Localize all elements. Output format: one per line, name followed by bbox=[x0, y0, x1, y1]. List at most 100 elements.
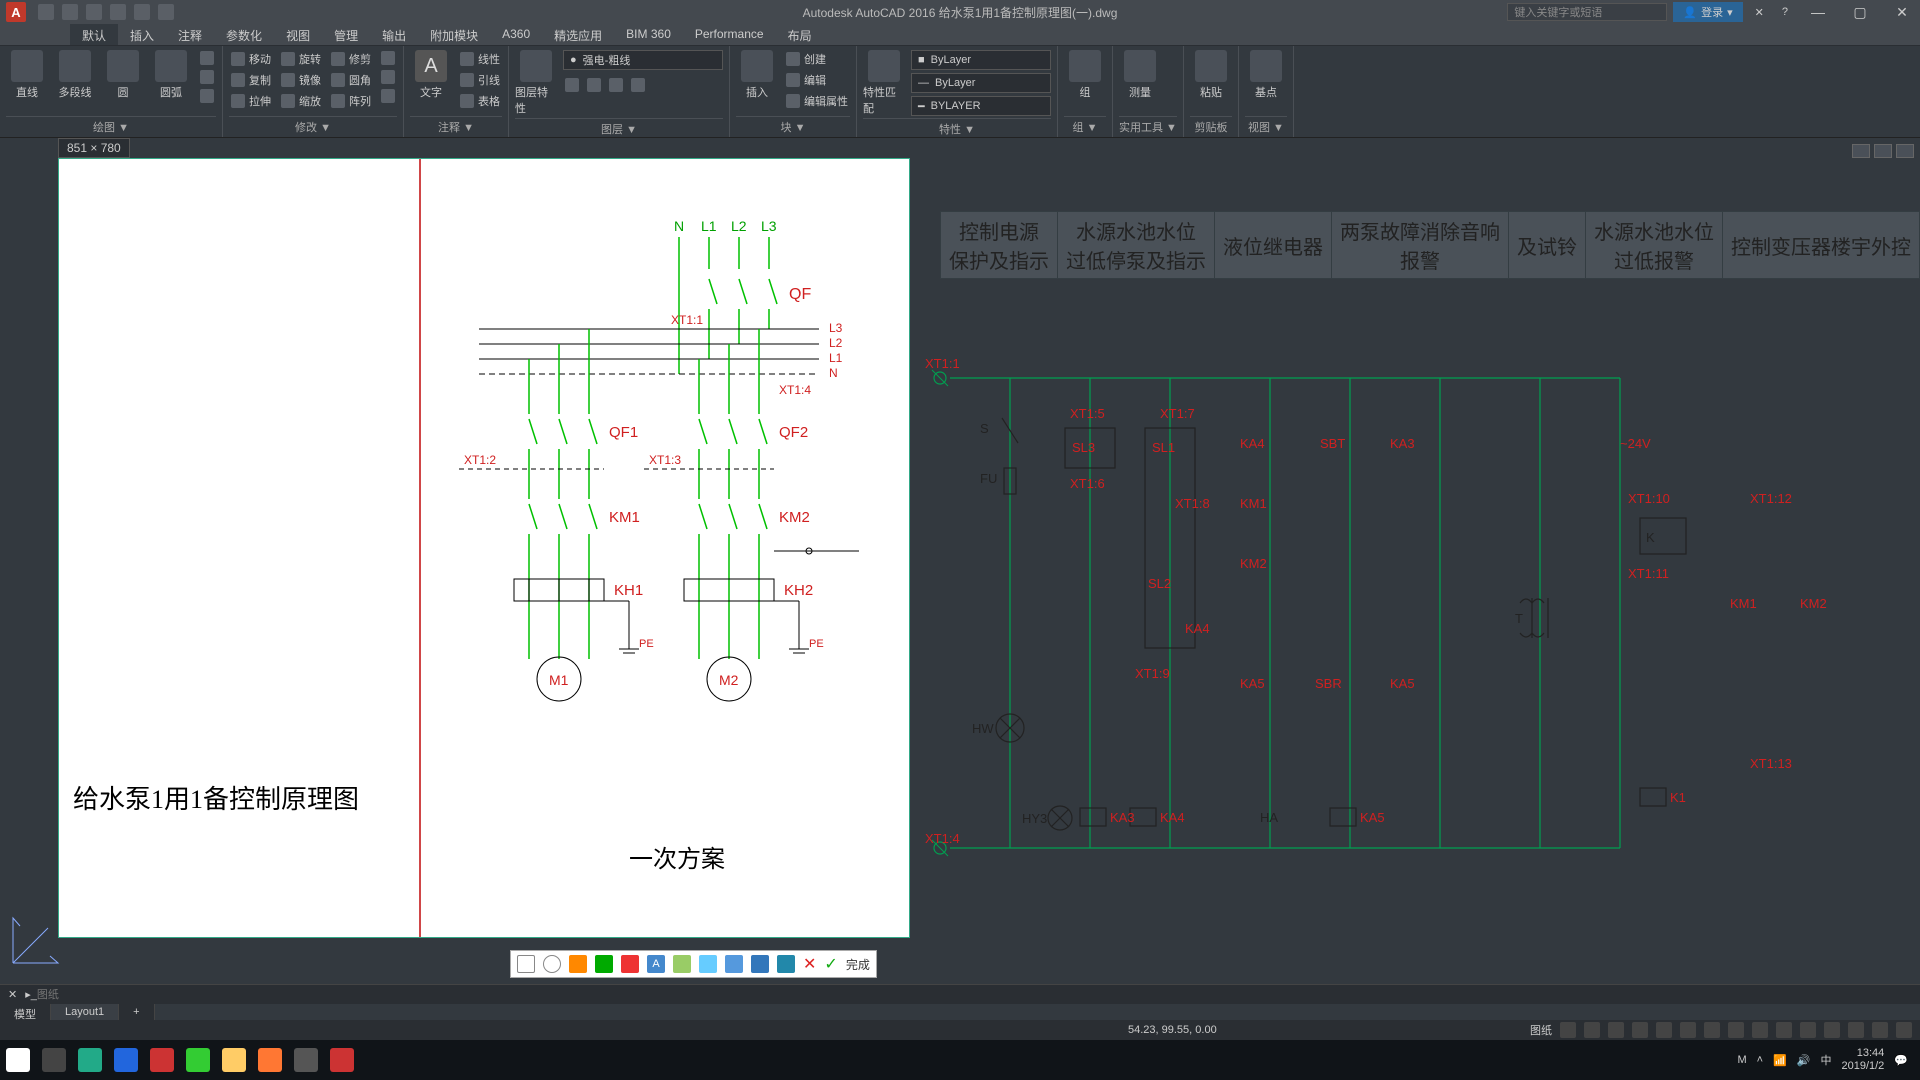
create-button[interactable]: 创建 bbox=[784, 50, 850, 68]
linear-button[interactable]: 线性 bbox=[458, 50, 502, 68]
snip-brush-icon[interactable] bbox=[595, 955, 613, 973]
rotate-button[interactable]: 旋转 bbox=[279, 50, 323, 68]
snip-ellipse-icon[interactable] bbox=[543, 955, 561, 973]
tab-perf[interactable]: Performance bbox=[683, 24, 776, 45]
rect-icon[interactable] bbox=[198, 50, 216, 66]
snip-done-label[interactable]: 完成 bbox=[846, 956, 870, 973]
snip-pin-icon[interactable] bbox=[751, 955, 769, 973]
tab-bim360[interactable]: BIM 360 bbox=[614, 24, 683, 45]
sb-trans-icon[interactable] bbox=[1728, 1022, 1744, 1038]
sb-osnap-icon[interactable] bbox=[1656, 1022, 1672, 1038]
minimize-button[interactable]: — bbox=[1800, 0, 1836, 24]
measure-button[interactable]: 测量 bbox=[1119, 50, 1161, 100]
snip-selection[interactable]: N L1 L2 L3 QF XT1:1 L3 bbox=[58, 158, 910, 938]
sb-custom-icon[interactable] bbox=[1896, 1022, 1912, 1038]
layer-opt2[interactable] bbox=[585, 77, 603, 93]
tray-m-icon[interactable]: M bbox=[1737, 1054, 1746, 1066]
tray-vol-icon[interactable]: 🔊 bbox=[1797, 1054, 1811, 1067]
text-button[interactable]: A文字 bbox=[410, 50, 452, 100]
sb-grid-icon[interactable] bbox=[1560, 1022, 1576, 1038]
tab-view[interactable]: 视图 bbox=[274, 24, 322, 45]
layer-opt3[interactable] bbox=[607, 77, 625, 93]
qat-plot-icon[interactable] bbox=[158, 4, 174, 20]
tab-featured[interactable]: 精选应用 bbox=[542, 24, 614, 45]
cmd-close-icon[interactable]: ✕ bbox=[8, 988, 17, 1001]
sb-anno-icon[interactable] bbox=[1800, 1022, 1816, 1038]
taskview-icon[interactable] bbox=[36, 1042, 72, 1078]
layerprops-button[interactable]: 图层特性 bbox=[515, 50, 557, 116]
insert-button[interactable]: 插入 bbox=[736, 50, 778, 100]
tray-net-icon[interactable]: 📶 bbox=[1773, 1054, 1787, 1067]
polyline-button[interactable]: 多段线 bbox=[54, 50, 96, 100]
drawing-canvas[interactable]: 851 × 780 N L1 L2 L3 QF XT1:1 bbox=[0, 138, 1920, 984]
sb-lwt-icon[interactable] bbox=[1704, 1022, 1720, 1038]
login-button[interactable]: 👤 登录 ▾ bbox=[1673, 2, 1742, 22]
move-button[interactable]: 移动 bbox=[229, 50, 273, 68]
browser-icon[interactable] bbox=[72, 1042, 108, 1078]
sb-ws-icon[interactable] bbox=[1824, 1022, 1840, 1038]
app2-icon[interactable] bbox=[108, 1042, 144, 1078]
exchange-icon[interactable]: ✕ bbox=[1749, 6, 1770, 19]
color-dropdown[interactable]: ■ ByLayer bbox=[911, 50, 1051, 70]
snip-cancel-icon[interactable]: ✕ bbox=[803, 954, 816, 974]
qat-undo-icon[interactable] bbox=[110, 4, 126, 20]
vp-close-icon[interactable] bbox=[1896, 144, 1914, 158]
paste-button[interactable]: 粘贴 bbox=[1190, 50, 1232, 100]
tab-param[interactable]: 参数化 bbox=[214, 24, 274, 45]
sb-snap-icon[interactable] bbox=[1584, 1022, 1600, 1038]
arc-button[interactable]: 圆弧 bbox=[150, 50, 192, 100]
mirror-button[interactable]: 镜像 bbox=[279, 71, 323, 89]
tab-a360[interactable]: A360 bbox=[490, 24, 542, 45]
tab-manage[interactable]: 管理 bbox=[322, 24, 370, 45]
snip-more-icon[interactable] bbox=[777, 955, 795, 973]
snip-share-icon[interactable] bbox=[725, 955, 743, 973]
qat-open-icon[interactable] bbox=[62, 4, 78, 20]
app4-icon[interactable] bbox=[252, 1042, 288, 1078]
close-button[interactable]: ✕ bbox=[1884, 0, 1920, 24]
tab-insert[interactable]: 插入 bbox=[118, 24, 166, 45]
tab-default[interactable]: 默认 bbox=[70, 24, 118, 45]
app5-icon[interactable] bbox=[288, 1042, 324, 1078]
qat-new-icon[interactable] bbox=[38, 4, 54, 20]
sb-ortho-icon[interactable] bbox=[1608, 1022, 1624, 1038]
sb-polar-icon[interactable] bbox=[1632, 1022, 1648, 1038]
trim-button[interactable]: 修剪 bbox=[329, 50, 373, 68]
search-input[interactable]: 键入关键字或短语 bbox=[1507, 3, 1667, 21]
linetype-dropdown[interactable]: — ByLayer bbox=[911, 73, 1051, 93]
editattr-button[interactable]: 编辑属性 bbox=[784, 92, 850, 110]
sb-qp-icon[interactable] bbox=[1752, 1022, 1768, 1038]
layer-opt4[interactable] bbox=[629, 77, 647, 93]
command-input[interactable] bbox=[37, 989, 1540, 1001]
sb-iso-icon[interactable] bbox=[1848, 1022, 1864, 1038]
wechat-icon[interactable] bbox=[180, 1042, 216, 1078]
tab-output[interactable]: 输出 bbox=[370, 24, 418, 45]
snip-pen-icon[interactable] bbox=[621, 955, 639, 973]
help-icon[interactable]: ? bbox=[1776, 6, 1794, 18]
snip-ok-icon[interactable]: ✓ bbox=[824, 954, 837, 974]
copy-button[interactable]: 复制 bbox=[229, 71, 273, 89]
sb-otrack-icon[interactable] bbox=[1680, 1022, 1696, 1038]
snip-rect-icon[interactable] bbox=[517, 955, 535, 973]
fillet-button[interactable]: 圆角 bbox=[329, 71, 373, 89]
matchprops-button[interactable]: 特性匹配 bbox=[863, 50, 905, 116]
autocad2-icon[interactable] bbox=[324, 1042, 360, 1078]
leader-button[interactable]: 引线 bbox=[458, 71, 502, 89]
array-button[interactable]: 阵列 bbox=[329, 92, 373, 110]
tab-annotate[interactable]: 注释 bbox=[166, 24, 214, 45]
circle-button[interactable]: 圆 bbox=[102, 50, 144, 100]
command-line[interactable]: ✕ ▸_ bbox=[0, 984, 1920, 1004]
tray-ime[interactable]: 中 bbox=[1820, 1052, 1831, 1068]
qat-save-icon[interactable] bbox=[86, 4, 102, 20]
app-logo-icon[interactable]: A bbox=[6, 2, 26, 22]
tab-layout[interactable]: 布局 bbox=[776, 24, 824, 45]
folder-icon[interactable] bbox=[216, 1042, 252, 1078]
layer-dropdown[interactable]: ● 强电-粗线 bbox=[563, 50, 723, 70]
snip-text-icon[interactable]: A bbox=[647, 955, 665, 973]
base-button[interactable]: 基点 bbox=[1245, 50, 1287, 100]
extra1-icon[interactable] bbox=[379, 50, 397, 66]
hatch-icon[interactable] bbox=[198, 88, 216, 104]
sb-clean-icon[interactable] bbox=[1872, 1022, 1888, 1038]
status-mode[interactable]: 图纸 bbox=[1530, 1022, 1552, 1038]
sb-sc-icon[interactable] bbox=[1776, 1022, 1792, 1038]
qat-redo-icon[interactable] bbox=[134, 4, 150, 20]
